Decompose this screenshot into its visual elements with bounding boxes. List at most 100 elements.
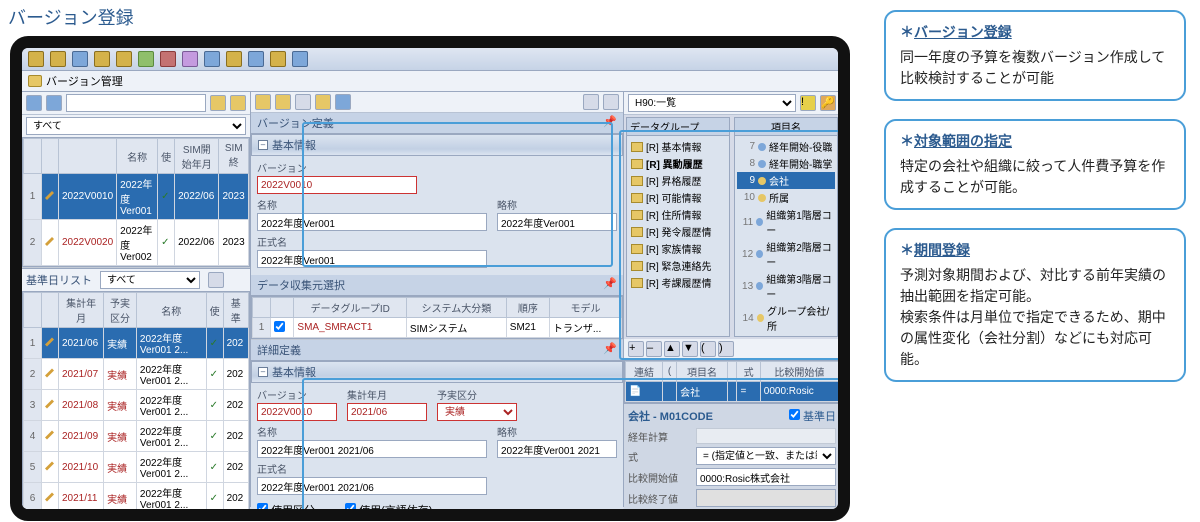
config-icon[interactable] xyxy=(208,272,224,288)
fullname-input[interactable] xyxy=(257,250,487,268)
tool-icon[interactable] xyxy=(255,94,271,110)
table-row[interactable]: 72021/12実績2022年度Ver001 2...202 xyxy=(24,514,249,522)
tool-icon[interactable] xyxy=(50,51,66,67)
version-grid[interactable]: 名称 使 SIM開始年月 SIM終 1 2022V0010 2022年度Ver0… xyxy=(22,137,250,267)
down-icon[interactable]: ▼ xyxy=(682,341,698,357)
table-row[interactable]: 12021/06実績2022年度Ver001 2...202 xyxy=(24,328,249,359)
name-input[interactable] xyxy=(257,213,487,231)
tool-icon[interactable] xyxy=(116,51,132,67)
search-input[interactable] xyxy=(66,94,206,112)
tool-icon[interactable] xyxy=(204,51,220,67)
list-item[interactable]: 11組織第1階層コー xyxy=(737,206,835,238)
basedate-filter[interactable]: すべて xyxy=(100,271,200,289)
remove-icon[interactable]: – xyxy=(646,341,662,357)
detail-ym-input[interactable] xyxy=(347,403,427,421)
pin-icon[interactable]: 📌 xyxy=(603,342,617,358)
tab-label[interactable]: バージョン管理 xyxy=(46,73,123,89)
basedate-title: 基準日リスト xyxy=(26,272,92,288)
save-icon[interactable] xyxy=(335,94,351,110)
source-grid[interactable]: データグループIDシステム大分類順序モデル 1SMA_SMRACT1SIMシステ… xyxy=(251,296,623,339)
filter-icon[interactable] xyxy=(230,95,246,111)
expander-icon[interactable]: – xyxy=(258,140,268,150)
search-icon[interactable] xyxy=(210,95,226,111)
alert-icon[interactable]: ! xyxy=(800,95,816,111)
list-item[interactable]: 7経年開始-役職 xyxy=(737,138,835,155)
tree-item[interactable]: [R] 緊急連絡先 xyxy=(629,257,727,274)
tool-icon[interactable] xyxy=(603,94,619,110)
tree-item[interactable]: [R] 住所情報 xyxy=(629,206,727,223)
edit-icon xyxy=(45,368,55,378)
paren-open-icon[interactable]: ( xyxy=(700,341,716,357)
tool-icon[interactable] xyxy=(226,51,242,67)
tool-icon[interactable] xyxy=(583,94,599,110)
tool-icon[interactable] xyxy=(315,94,331,110)
table-row[interactable]: 62021/11実績2022年度Ver001 2...202 xyxy=(24,483,249,514)
basedate-check[interactable]: 基準日 xyxy=(789,408,836,424)
tool-icon[interactable] xyxy=(182,51,198,67)
expander-icon[interactable]: – xyxy=(258,367,268,377)
list-item[interactable]: 10所属 xyxy=(737,189,835,206)
label: バージョン xyxy=(257,387,337,402)
list-item[interactable]: 9会社 xyxy=(737,172,835,189)
row-checkbox[interactable] xyxy=(274,321,285,332)
table-row[interactable]: 32021/08実績2022年度Ver001 2...202 xyxy=(24,390,249,421)
version-input[interactable] xyxy=(257,176,417,194)
tool-icon[interactable] xyxy=(72,51,88,67)
pin-icon[interactable]: 📌 xyxy=(603,115,617,131)
list-item[interactable]: 13組織第3階層コー xyxy=(737,270,835,302)
nav-first-icon[interactable] xyxy=(26,95,42,111)
paren-close-icon[interactable]: ) xyxy=(718,341,734,357)
add-icon[interactable]: + xyxy=(628,341,644,357)
filter-grid[interactable]: 連結(項目名式比較開始値 📄会社=0000:Rosic xyxy=(624,360,840,403)
key-icon[interactable]: 🔑 xyxy=(820,95,836,111)
formula-select[interactable]: = (指定値と一致、または範囲を指定 xyxy=(696,447,836,465)
folder-icon xyxy=(631,227,643,237)
list-item[interactable]: 12組織第2階層コー xyxy=(737,238,835,270)
use-kbn-check[interactable]: 使用区分 xyxy=(257,502,315,518)
tree-item[interactable]: [R] 異動履歴 xyxy=(629,155,727,172)
tool-icon[interactable] xyxy=(270,51,286,67)
table-row[interactable]: 📄会社=0000:Rosic xyxy=(626,382,839,402)
tool-icon[interactable] xyxy=(275,94,291,110)
tree-item[interactable]: [R] 家族情報 xyxy=(629,240,727,257)
tree-item[interactable]: [R] 昇格履歴 xyxy=(629,172,727,189)
tool-icon[interactable] xyxy=(295,94,311,110)
tree-item[interactable]: [R] 可能情報 xyxy=(629,189,727,206)
tool-icon[interactable] xyxy=(292,51,308,67)
list-item[interactable]: 8経年開始-職掌 xyxy=(737,155,835,172)
tree-item[interactable]: [R] 発令履歴情 xyxy=(629,223,727,240)
nav-prev-icon[interactable] xyxy=(46,95,62,111)
table-row[interactable]: 1 2022V0010 2022年度Ver001 2022/06 2023 xyxy=(24,174,249,220)
tree-item[interactable]: [R] 考課履歴情 xyxy=(629,274,727,291)
tool-icon[interactable] xyxy=(94,51,110,67)
view-combo[interactable]: H90:一覧 xyxy=(628,94,796,112)
table-row[interactable]: 22021/07実績2022年度Ver001 2...202 xyxy=(24,359,249,390)
pin-icon[interactable]: 📌 xyxy=(603,277,617,293)
detail-short-input[interactable] xyxy=(497,440,617,458)
detail-full-input[interactable] xyxy=(257,477,487,495)
table-row[interactable]: 2 2022V0020 2022年度Ver002 2022/06 2023 xyxy=(24,220,249,266)
label: バージョン xyxy=(257,160,417,175)
table-row[interactable]: 1SMA_SMRACT1SIMシステムSM21トランザ... xyxy=(253,318,622,338)
folder-icon xyxy=(631,261,643,271)
tree-item[interactable]: [R] 基本情報 xyxy=(629,138,727,155)
table-row[interactable]: 42021/09実績2022年度Ver001 2...202 xyxy=(24,421,249,452)
edit-icon xyxy=(45,236,55,246)
basedate-grid[interactable]: 集計年月 予実区分 名称 使 基準 12021/06実績2022年度Ver001… xyxy=(22,291,250,521)
label: 正式名 xyxy=(257,234,487,249)
tool-icon[interactable] xyxy=(28,51,44,67)
start-value-input[interactable] xyxy=(696,468,836,486)
up-icon[interactable]: ▲ xyxy=(664,341,680,357)
table-row[interactable]: 52021/10実績2022年度Ver001 2...202 xyxy=(24,452,249,483)
use-lang-check[interactable]: 使用(言語依存) xyxy=(345,502,432,518)
tool-icon[interactable] xyxy=(138,51,154,67)
detail-version-input[interactable] xyxy=(257,403,337,421)
col-header: 項目名 xyxy=(735,118,837,136)
list-item[interactable]: 14グループ会社/所 xyxy=(737,302,835,334)
short-input[interactable] xyxy=(497,213,617,231)
detail-kbn-select[interactable]: 実績 xyxy=(437,403,517,421)
tool-icon[interactable] xyxy=(248,51,264,67)
filter-combo[interactable]: すべて xyxy=(26,117,246,135)
tool-icon[interactable] xyxy=(160,51,176,67)
detail-name-input[interactable] xyxy=(257,440,487,458)
